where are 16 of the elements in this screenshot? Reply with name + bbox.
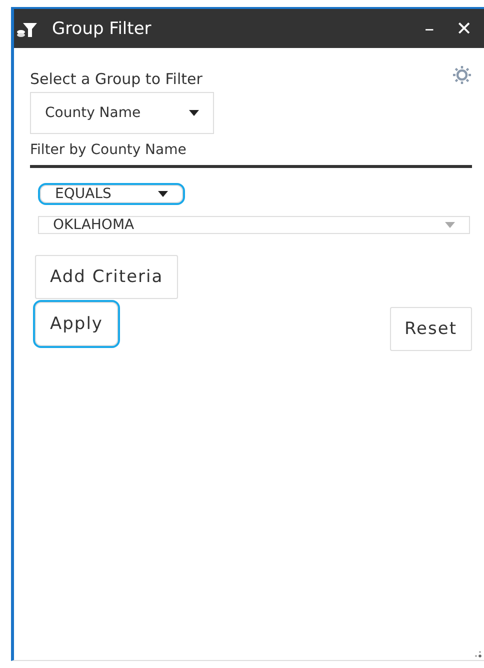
- group-label: Select a Group to Filter: [30, 70, 202, 88]
- window-title: Group Filter: [52, 18, 152, 38]
- filter-heading: Filter by County Name: [30, 134, 472, 168]
- apply-button[interactable]: Apply: [35, 302, 118, 346]
- add-criteria-button[interactable]: Add Criteria: [35, 255, 178, 299]
- caret-icon: [158, 191, 168, 197]
- group-select[interactable]: County Name: [30, 92, 214, 134]
- caret-icon: [189, 110, 199, 116]
- minimize-button[interactable]: –: [420, 18, 438, 40]
- operator-select[interactable]: EQUALS: [40, 185, 183, 203]
- close-button[interactable]: ✕: [452, 18, 476, 40]
- settings-icon[interactable]: [452, 65, 472, 85]
- value-select[interactable]: OKLAHOMA: [38, 216, 470, 234]
- reset-button[interactable]: Reset: [390, 307, 472, 351]
- caret-icon: [445, 222, 455, 228]
- resize-grip-icon[interactable]: [474, 650, 482, 658]
